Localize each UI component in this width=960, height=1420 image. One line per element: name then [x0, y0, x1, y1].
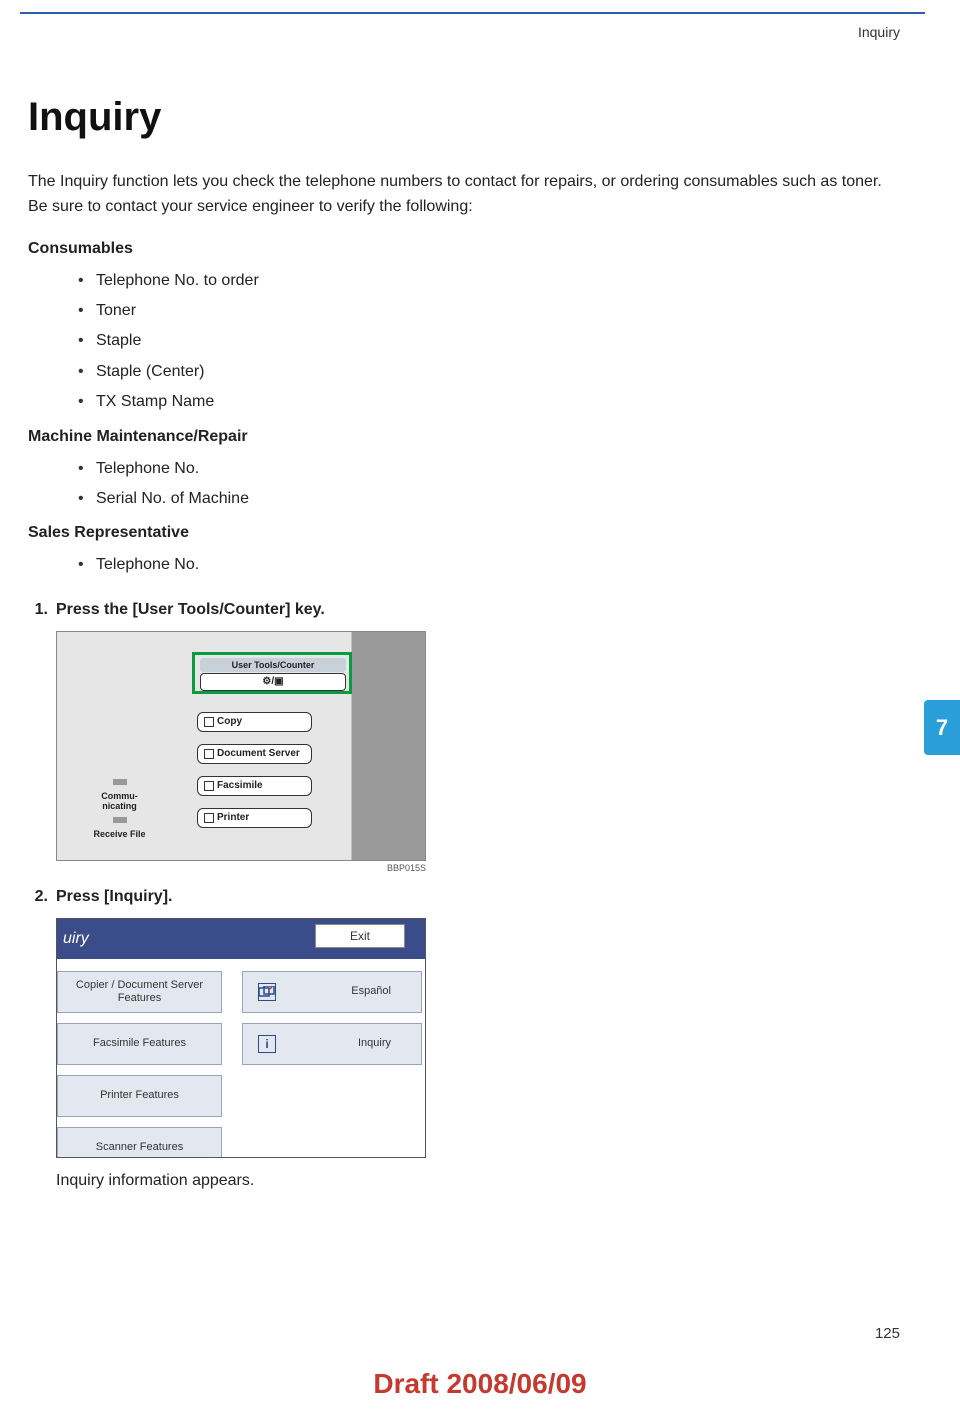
- list-item: TX Stamp Name: [78, 387, 905, 417]
- inquiry-button[interactable]: i Inquiry: [242, 1023, 422, 1065]
- copy-icon: [204, 717, 214, 727]
- figure-2: uiry Exit Copier / Document Server Featu…: [56, 918, 426, 1158]
- user-tools-counter-label: User Tools/Counter: [200, 658, 346, 672]
- result-text: Inquiry information appears.: [56, 1172, 905, 1190]
- content-area: Inquiry The Inquiry function lets you ch…: [28, 95, 905, 1205]
- list-item: Toner: [78, 296, 905, 326]
- list-item: Staple: [78, 326, 905, 356]
- copy-button[interactable]: Copy: [197, 712, 312, 732]
- chapter-tab: 7: [924, 700, 960, 755]
- step-text: Press [Inquiry].: [56, 888, 905, 906]
- subhead-sales: Sales Representative: [28, 524, 905, 542]
- step-text: Press the [User Tools/Counter] key.: [56, 601, 905, 619]
- list-item: Telephone No.: [78, 550, 905, 580]
- gear-counter-icon: ⚙/▣: [262, 676, 283, 687]
- status-line3: Receive File: [82, 830, 157, 840]
- list-item: Telephone No. to order: [78, 266, 905, 296]
- facsimile-button[interactable]: Facsimile: [197, 776, 312, 796]
- status-line2: nicating: [82, 802, 157, 812]
- scanner-features-button[interactable]: Scanner Features: [57, 1127, 222, 1158]
- screen-title-partial: uiry: [63, 930, 89, 948]
- step-number: 1.: [28, 601, 56, 619]
- language-label: Español: [351, 985, 391, 998]
- printer-icon: [204, 813, 214, 823]
- led-icon: [113, 817, 127, 823]
- step-1: 1. Press the [User Tools/Counter] key. U…: [28, 601, 905, 873]
- facsimile-features-button[interactable]: Facsimile Features: [57, 1023, 222, 1065]
- screen-header: uiry Exit: [57, 919, 425, 959]
- document-server-icon: [204, 749, 214, 759]
- top-rule: [20, 12, 925, 14]
- group-sales: Sales Representative Telephone No.: [28, 524, 905, 580]
- led-icon: [113, 779, 127, 785]
- printer-label: Printer: [217, 812, 249, 823]
- intro-paragraph: The Inquiry function lets you check the …: [28, 170, 905, 220]
- steps-list: 1. Press the [User Tools/Counter] key. U…: [28, 601, 905, 1190]
- document-server-label: Document Server: [217, 748, 300, 759]
- draft-watermark: Draft 2008/06/09: [0, 1368, 960, 1400]
- document-server-button[interactable]: Document Server: [197, 744, 312, 764]
- printer-features-button[interactable]: Printer Features: [57, 1075, 222, 1117]
- copy-label: Copy: [217, 716, 242, 727]
- step-number: 2.: [28, 888, 56, 906]
- page-number: 125: [875, 1325, 900, 1342]
- language-icon: [258, 983, 276, 1001]
- copier-features-button[interactable]: Copier / Document Server Features: [57, 971, 222, 1013]
- group-consumables: Consumables Telephone No. to order Toner…: [28, 240, 905, 418]
- figure-1: User Tools/Counter ⚙/▣ Copy Document Ser…: [56, 631, 426, 861]
- list-item: Serial No. of Machine: [78, 484, 905, 514]
- list-item: Staple (Center): [78, 357, 905, 387]
- inquiry-label: Inquiry: [358, 1037, 391, 1050]
- highlight-box: User Tools/Counter ⚙/▣: [192, 652, 352, 694]
- list-item: Telephone No.: [78, 454, 905, 484]
- subhead-consumables: Consumables: [28, 240, 905, 258]
- info-icon: i: [258, 1035, 276, 1053]
- language-button[interactable]: Español: [242, 971, 422, 1013]
- subhead-maintenance: Machine Maintenance/Repair: [28, 428, 905, 446]
- header-section-label: Inquiry: [858, 24, 900, 40]
- figure-caption: BBP015S: [56, 863, 426, 873]
- group-maintenance: Machine Maintenance/Repair Telephone No.…: [28, 428, 905, 515]
- page-title: Inquiry: [28, 95, 905, 140]
- user-tools-counter-button[interactable]: ⚙/▣: [200, 673, 346, 691]
- facsimile-icon: [204, 781, 214, 791]
- status-block: Commu- nicating Receive File: [82, 774, 157, 840]
- facsimile-label: Facsimile: [217, 780, 263, 791]
- step-2: 2. Press [Inquiry]. uiry Exit Copier / D…: [28, 888, 905, 1190]
- exit-button[interactable]: Exit: [315, 924, 405, 948]
- printer-button[interactable]: Printer: [197, 808, 312, 828]
